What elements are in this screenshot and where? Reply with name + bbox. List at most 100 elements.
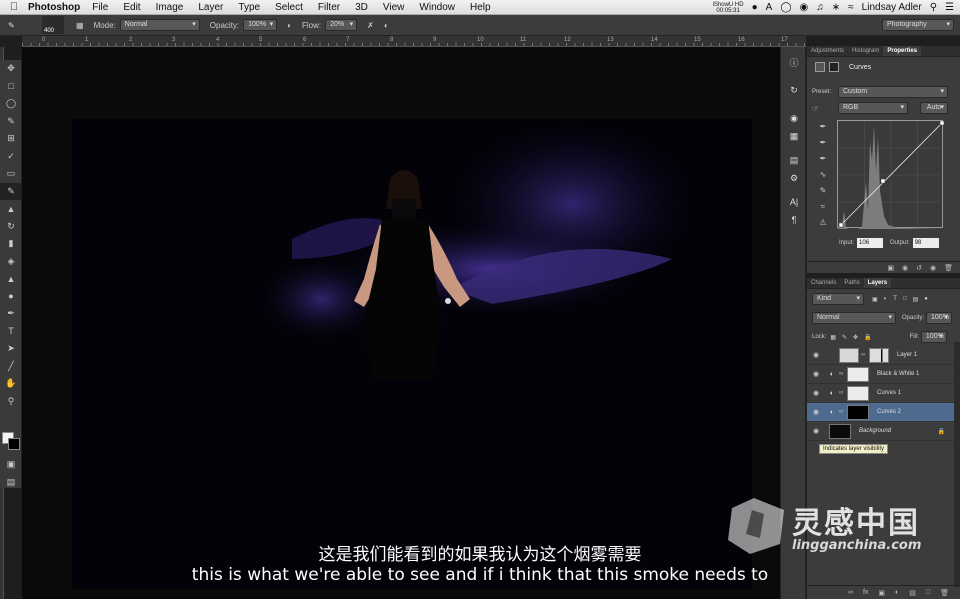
eye-icon[interactable]: ◉ bbox=[807, 408, 825, 416]
tab-properties[interactable]: Properties bbox=[883, 46, 922, 56]
line-tool-icon[interactable]: ╱ bbox=[0, 358, 22, 376]
layer-row[interactable]: ◉ ∞ Layer 1 bbox=[807, 346, 955, 365]
layer-row[interactable]: ◉ ◐ ∞ Curves 1 bbox=[807, 384, 955, 403]
creative-cloud-icon[interactable]: ◯ bbox=[780, 2, 791, 13]
document-image[interactable] bbox=[72, 119, 752, 589]
filter-toggle-icon[interactable]: ● bbox=[924, 296, 928, 302]
hand-tool-icon[interactable]: ✋ bbox=[0, 375, 22, 393]
zoom-tool-icon[interactable]: ⚲ bbox=[0, 393, 22, 411]
channel-select[interactable]: RGB bbox=[838, 102, 908, 114]
layer-comps-icon[interactable]: ▤ bbox=[781, 151, 807, 169]
menu-3d[interactable]: 3D bbox=[355, 2, 368, 13]
menu-layer[interactable]: Layer bbox=[198, 2, 223, 13]
white-point-eyedropper-icon[interactable]: ✒ bbox=[817, 154, 829, 170]
opacity-field[interactable]: 100% bbox=[243, 19, 278, 31]
user-name[interactable]: Lindsay Adler bbox=[862, 2, 922, 13]
tab-channels[interactable]: Channels bbox=[807, 278, 840, 288]
auto-button[interactable]: Auto bbox=[920, 102, 948, 114]
targeted-adjust-icon[interactable]: ☞ bbox=[812, 104, 838, 113]
screen-mode-icon[interactable]: ▤ bbox=[0, 474, 22, 492]
layer-name[interactable]: Curves 2 bbox=[877, 409, 901, 415]
brush-tool-icon[interactable]: ✎ bbox=[0, 182, 22, 200]
layer-name[interactable]: Background bbox=[859, 428, 891, 434]
fill-field[interactable]: 100% bbox=[920, 331, 947, 343]
paint-bucket-tool-icon[interactable]: ◈ bbox=[0, 253, 22, 271]
status-icon[interactable]: ● bbox=[752, 2, 758, 13]
layer-mask-thumbnail[interactable] bbox=[869, 347, 889, 363]
filter-pixel-icon[interactable]: ▣ bbox=[872, 296, 878, 303]
type-tool-icon[interactable]: T bbox=[0, 323, 22, 341]
clone-stamp-tool-icon[interactable]: ▲ bbox=[0, 200, 22, 218]
eye-icon[interactable]: ◉ bbox=[807, 351, 825, 359]
wifi-icon[interactable]: ≈ bbox=[848, 2, 854, 13]
tab-paths[interactable]: Paths bbox=[840, 278, 863, 288]
lock-pixels-icon[interactable]: ✎ bbox=[842, 334, 847, 341]
eye-icon[interactable]: ◉ bbox=[807, 389, 825, 397]
link-layers-icon[interactable]: ∞ bbox=[848, 589, 853, 596]
layer-name[interactable]: Black & White 1 bbox=[877, 371, 919, 377]
reset-icon[interactable]: ↺ bbox=[916, 264, 922, 272]
view-previous-icon[interactable]: ◉ bbox=[902, 264, 908, 272]
path-selection-tool-icon[interactable]: ➤ bbox=[0, 340, 22, 358]
menu-select[interactable]: Select bbox=[275, 2, 303, 13]
eraser-tool-icon[interactable]: ▮ bbox=[0, 235, 22, 253]
background-color-swatch[interactable] bbox=[8, 438, 20, 450]
filter-smart-object-icon[interactable]: ▤ bbox=[913, 296, 919, 303]
menu-image[interactable]: Image bbox=[156, 2, 184, 13]
delete-icon[interactable]: 🗑 bbox=[944, 264, 953, 272]
dodge-tool-icon[interactable]: ● bbox=[0, 288, 22, 306]
filter-type-icon[interactable]: T bbox=[893, 296, 897, 302]
move-tool-icon[interactable]: ✥ bbox=[0, 60, 22, 78]
history-icon[interactable]: ↻ bbox=[781, 81, 807, 99]
volume-icon[interactable]: ♫ bbox=[816, 2, 824, 13]
layer-name[interactable]: Curves 1 bbox=[877, 390, 901, 396]
menu-type[interactable]: Type bbox=[238, 2, 260, 13]
tab-histogram[interactable]: Histogram bbox=[848, 46, 883, 56]
styles-icon[interactable]: ◉ bbox=[781, 109, 807, 127]
lock-all-icon[interactable]: 🔒 bbox=[864, 334, 871, 341]
flow-field[interactable]: 20% bbox=[325, 19, 358, 31]
visibility-icon[interactable]: ◉ bbox=[930, 264, 936, 272]
lock-transparency-icon[interactable]: ▦ bbox=[830, 334, 836, 341]
layer-mask-thumbnail[interactable] bbox=[847, 385, 869, 401]
layer-name[interactable]: Layer 1 bbox=[897, 352, 917, 358]
layer-row-selected[interactable]: ◉ ◐ ∞ Curves 2 bbox=[807, 403, 955, 422]
layer-opacity-field[interactable]: 100% bbox=[926, 312, 953, 324]
healing-brush-tool-icon[interactable]: ▭ bbox=[0, 165, 22, 183]
swatches-icon[interactable]: ▦ bbox=[781, 127, 807, 145]
blur-tool-icon[interactable]: ▲ bbox=[0, 270, 22, 288]
quick-mask-icon[interactable]: ▣ bbox=[0, 456, 22, 474]
airbrush-icon[interactable]: ✗ bbox=[367, 21, 374, 30]
brush-panel-icon[interactable]: ▦ bbox=[76, 21, 84, 30]
history-brush-tool-icon[interactable]: ↻ bbox=[0, 218, 22, 236]
workspace-select[interactable]: Photography bbox=[882, 19, 954, 31]
eyedropper-tool-icon[interactable]: ✓ bbox=[0, 148, 22, 166]
crop-tool-icon[interactable]: ⊞ bbox=[0, 130, 22, 148]
lasso-tool-icon[interactable]: ◯ bbox=[0, 95, 22, 113]
delete-layer-icon[interactable]: 🗑 bbox=[940, 589, 949, 597]
clip-to-layer-icon[interactable]: ▣ bbox=[887, 264, 894, 272]
pressure-opacity-icon[interactable]: ◐ bbox=[287, 21, 292, 30]
layer-style-icon[interactable]: fx bbox=[863, 589, 868, 596]
menu-help[interactable]: Help bbox=[470, 2, 491, 13]
tab-adjustments[interactable]: Adjustments bbox=[807, 46, 848, 56]
tab-layers[interactable]: Layers bbox=[863, 278, 892, 288]
paragraph-icon[interactable]: ¶ bbox=[781, 211, 807, 229]
chain-icon[interactable]: ∞ bbox=[861, 352, 869, 358]
adobe-icon[interactable]: A bbox=[766, 2, 773, 13]
pen-tool-icon[interactable]: ✒ bbox=[0, 305, 22, 323]
canvas-area[interactable] bbox=[22, 47, 780, 599]
notification-icon[interactable]: ◉ bbox=[800, 2, 809, 13]
filter-shape-icon[interactable]: □ bbox=[903, 296, 907, 302]
marquee-tool-icon[interactable]: □ bbox=[0, 78, 22, 96]
chain-icon[interactable]: ∞ bbox=[839, 390, 847, 396]
recorder-status[interactable]: iShowU HD 00:05:31 bbox=[713, 2, 744, 14]
brush-tool-icon[interactable]: ✎ bbox=[8, 21, 15, 30]
menu-file[interactable]: File bbox=[92, 2, 108, 13]
eye-icon[interactable]: ◉ bbox=[807, 370, 825, 378]
pencil-curve-icon[interactable]: ✎ bbox=[817, 186, 829, 202]
layer-mask-thumbnail[interactable] bbox=[847, 404, 869, 420]
curve-point-tool-icon[interactable]: ∿ bbox=[817, 170, 829, 186]
output-field[interactable]: 98 bbox=[912, 238, 939, 248]
pressure-size-icon[interactable]: ◐ bbox=[384, 21, 389, 30]
